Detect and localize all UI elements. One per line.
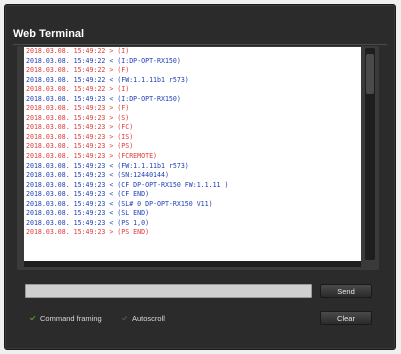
vertical-scrollbar[interactable] (365, 48, 375, 260)
command-input[interactable] (25, 284, 312, 298)
terminal-log[interactable]: 2018.03.08. 15:49:22 > (I) 2018.03.08. 15… (24, 47, 361, 261)
scrollbar-thumb[interactable] (366, 54, 374, 94)
log-line: 2018.03.08. 15:49:22 > (I) (26, 47, 130, 55)
log-line: 2018.03.08. 15:49:22 > (F) (26, 66, 130, 75)
log-line: 2018.03.08. 15:49:23 > (PS) (26, 142, 134, 151)
command-framing-label: Command framing (40, 313, 102, 323)
horizontal-scrollbar[interactable] (24, 261, 361, 267)
log-line: 2018.03.08. 15:49:23 < (I:DP-OPT-RX150) (26, 94, 181, 103)
log-line: 2018.03.08. 15:49:23 < (CF DP-OPT-RX150 … (26, 180, 229, 189)
checkmark-icon[interactable] (121, 315, 128, 322)
log-line: 2018.03.08. 15:49:22 > (I) (26, 85, 130, 94)
title-divider (13, 44, 387, 45)
log-line: 2018.03.08. 15:49:23 < (CF END) (26, 190, 150, 199)
log-line: 2018.03.08. 15:49:23 > (F) (26, 104, 130, 113)
autoscroll-option[interactable]: Autoscroll (121, 313, 165, 323)
autoscroll-label: Autoscroll (132, 313, 165, 323)
log-line: 2018.03.08. 15:49:23 > (FCREMOTE) (26, 152, 158, 161)
log-line: 2018.03.08. 15:49:23 > (PS END) (26, 228, 150, 237)
clear-button[interactable]: Clear (320, 311, 372, 325)
window-title: Web Terminal (13, 28, 85, 40)
log-line: 2018.03.08. 15:49:23 < (SL# 0 DP-OPT-RX1… (26, 199, 213, 208)
log-line: 2018.03.08. 15:49:23 < (SN:12440144) (26, 171, 169, 180)
checkmark-icon[interactable] (29, 315, 36, 322)
send-button[interactable]: Send (320, 284, 372, 298)
log-line: 2018.03.08. 15:49:23 < (SL END) (26, 209, 150, 218)
log-line: 2018.03.08. 15:49:22 < (I:DP-OPT-RX150) (26, 56, 181, 65)
log-line: 2018.03.08. 15:49:23 > (IS) (26, 132, 134, 141)
command-framing-option[interactable]: Command framing (29, 313, 102, 323)
log-line: 2018.03.08. 15:49:23 < (FW:1.1.11b1 r573… (26, 161, 189, 170)
log-line: 2018.03.08. 15:49:23 > (S) (26, 113, 130, 122)
log-line: 2018.03.08. 15:49:23 < (PS 1,0) (26, 218, 150, 227)
log-line: 2018.03.08. 15:49:23 > (FC) (26, 123, 134, 132)
log-line: 2018.03.08. 15:49:22 < (FW:1.1.11b1 r573… (26, 75, 189, 84)
